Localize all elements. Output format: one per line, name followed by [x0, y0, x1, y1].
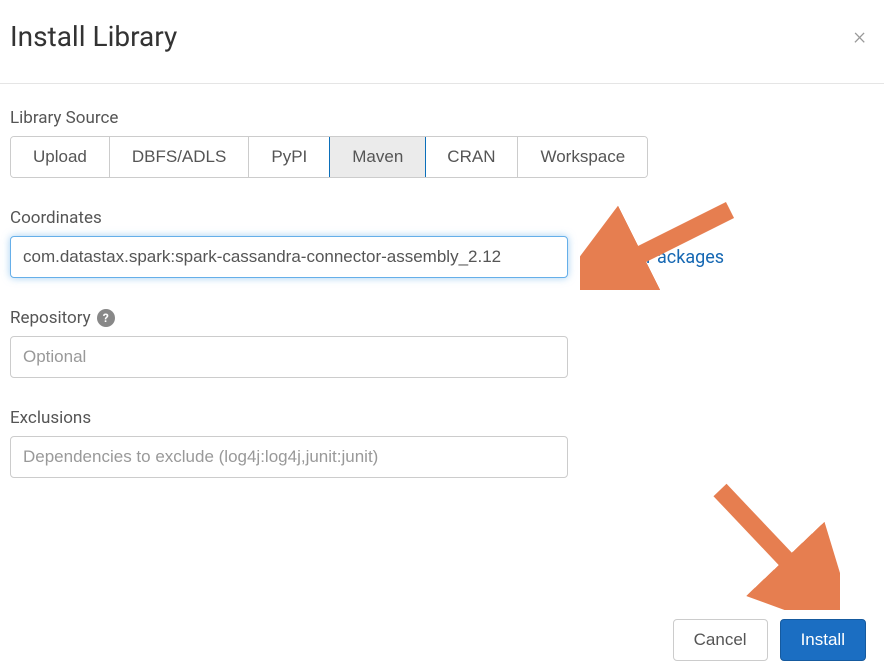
exclusions-input[interactable] — [10, 436, 568, 478]
coordinates-group: Coordinates Search Packages — [10, 208, 874, 278]
library-source-group: Library Source Upload DBFS/ADLS PyPI Mav… — [10, 108, 874, 178]
repository-input[interactable] — [10, 336, 568, 378]
install-button[interactable]: Install — [780, 619, 866, 661]
help-icon[interactable]: ? — [97, 309, 115, 327]
repository-group: Repository ? — [10, 308, 874, 378]
modal-header: Install Library × — [0, 0, 884, 84]
coordinates-label: Coordinates — [10, 208, 874, 228]
exclusions-label: Exclusions — [10, 408, 874, 428]
exclusions-group: Exclusions — [10, 408, 874, 478]
library-source-tabs: Upload DBFS/ADLS PyPI Maven CRAN Workspa… — [10, 136, 648, 178]
tab-upload[interactable]: Upload — [11, 137, 110, 177]
modal-footer: Cancel Install — [673, 619, 866, 661]
tab-dbfs-adls[interactable]: DBFS/ADLS — [110, 137, 249, 177]
repository-label: Repository ? — [10, 308, 874, 328]
coordinates-input[interactable] — [10, 236, 568, 278]
close-icon[interactable]: × — [845, 20, 874, 52]
cancel-button[interactable]: Cancel — [673, 619, 768, 661]
library-source-label: Library Source — [10, 108, 874, 128]
tab-workspace[interactable]: Workspace — [518, 137, 647, 177]
coordinates-row: Search Packages — [10, 236, 874, 278]
repository-label-text: Repository — [10, 308, 91, 328]
tab-pypi[interactable]: PyPI — [249, 137, 330, 177]
tab-cran[interactable]: CRAN — [425, 137, 518, 177]
search-packages-link[interactable]: Search Packages — [586, 247, 724, 268]
tab-maven[interactable]: Maven — [329, 136, 426, 178]
modal-body: Library Source Upload DBFS/ADLS PyPI Mav… — [0, 84, 884, 518]
modal-title: Install Library — [10, 20, 177, 53]
